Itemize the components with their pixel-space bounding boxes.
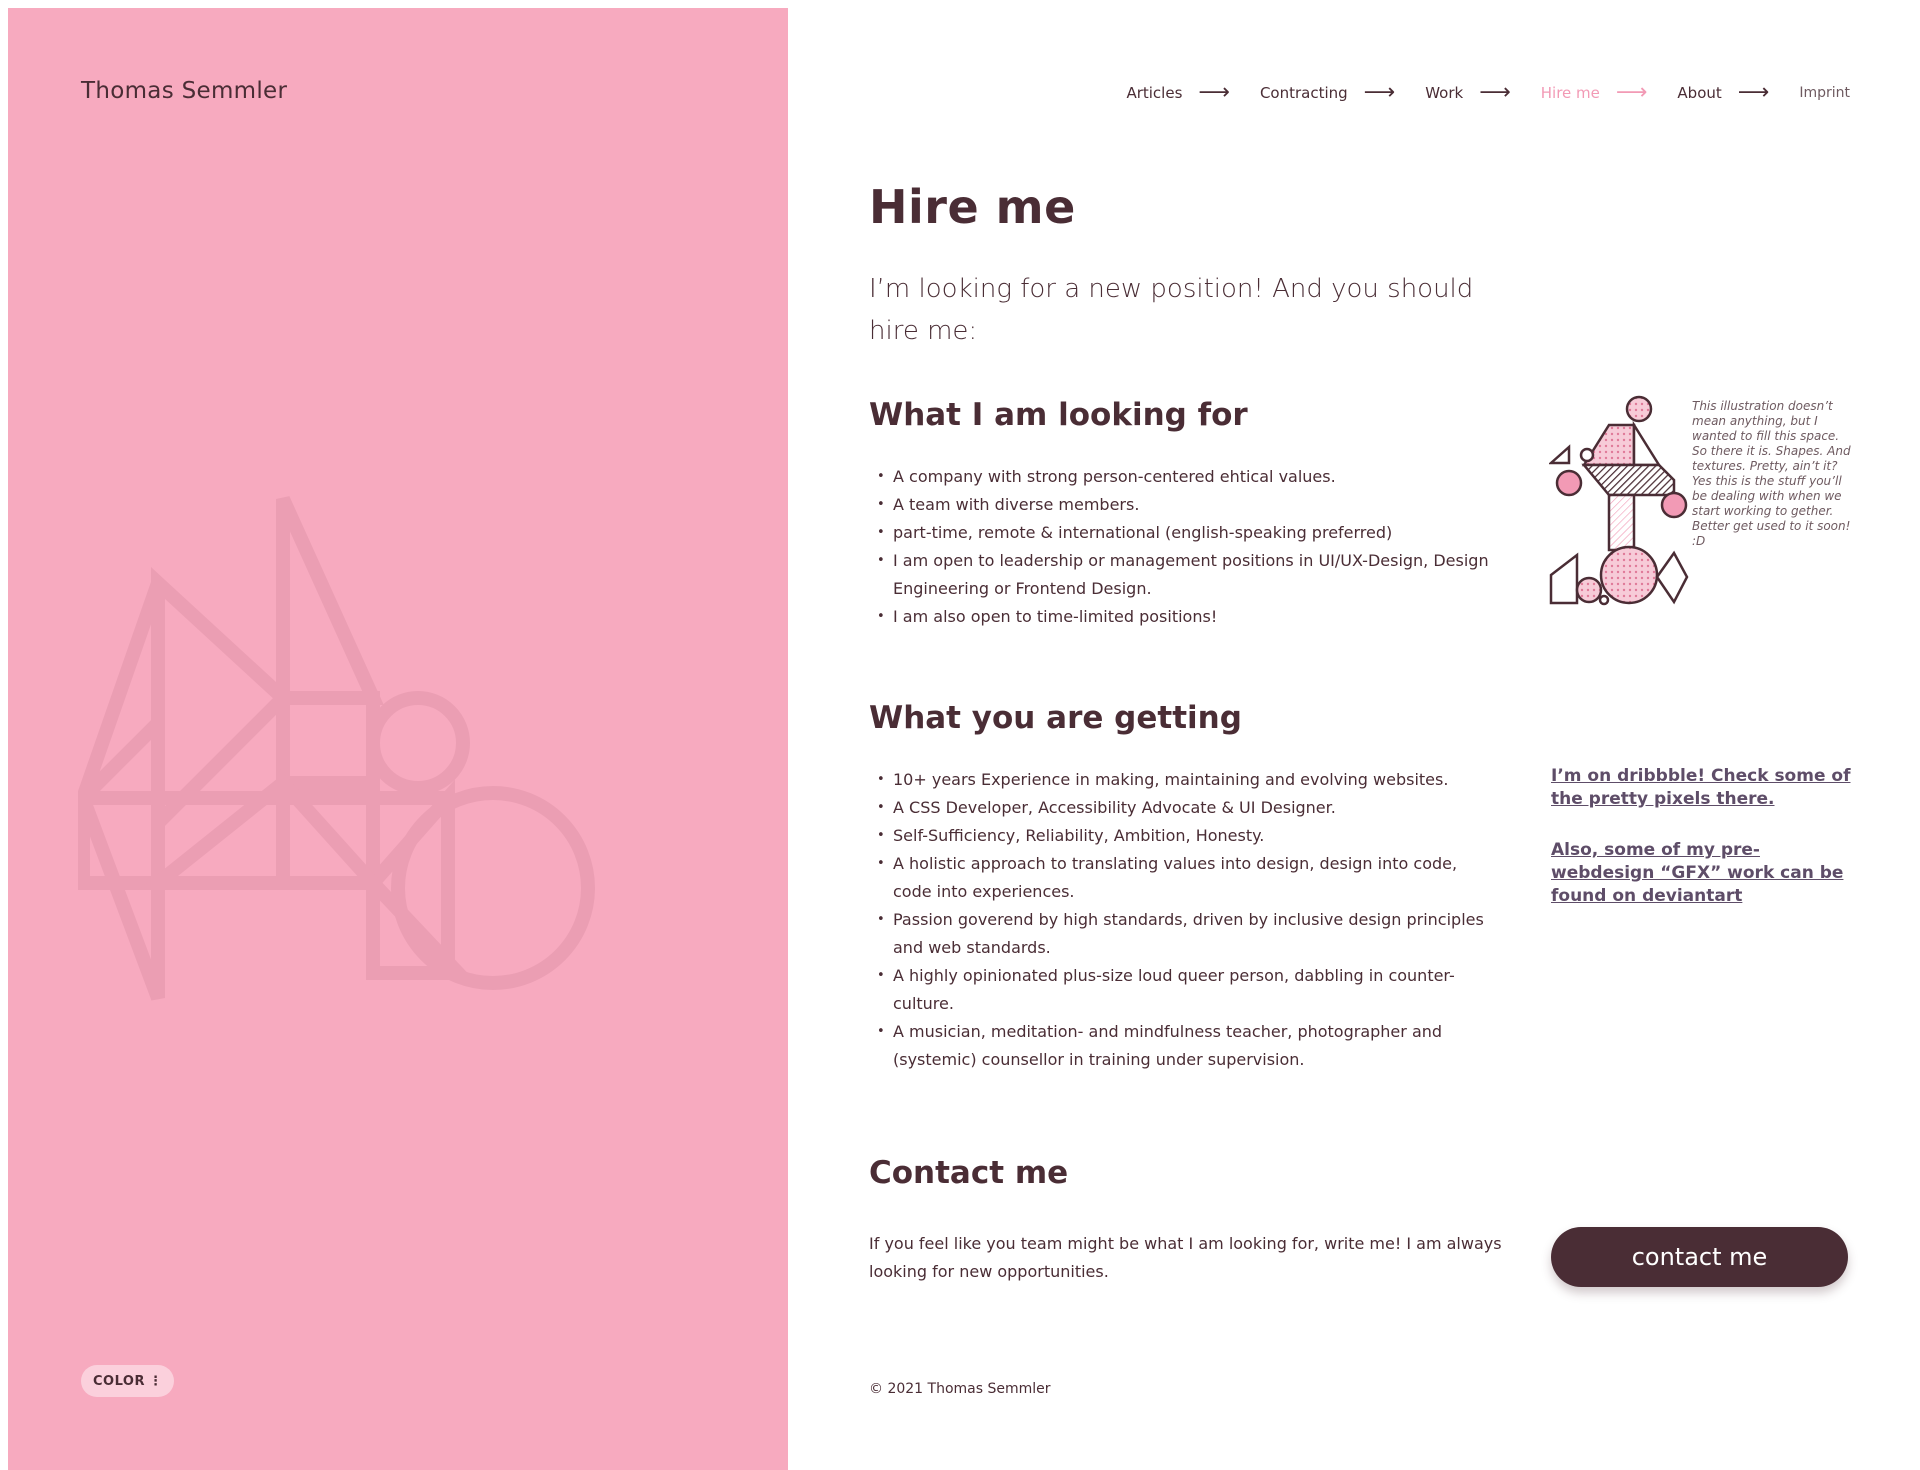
list-item: A team with diverse members. <box>869 491 1489 519</box>
section-title-looking-for: What I am looking for <box>869 397 1248 433</box>
arrow-right-icon: ⟶ <box>1198 80 1230 105</box>
list-item: A CSS Developer, Accessibility Advocate … <box>869 794 1489 822</box>
arrow-right-icon: ⟶ <box>1479 80 1511 105</box>
nav-item-articles[interactable]: Articles ⟶ <box>1126 82 1229 104</box>
page-intro: I’m looking for a new position! And you … <box>869 274 1474 346</box>
main-nav: Articles ⟶ Contracting ⟶ Work ⟶ Hire me … <box>1096 82 1850 104</box>
getting-list: 10+ years Experience in making, maintain… <box>869 766 1489 1074</box>
main-content: Hire me I’m looking for a new position! … <box>869 180 1851 1397</box>
section-title-contact: Contact me <box>869 1155 1069 1191</box>
nav-label: About <box>1677 84 1722 102</box>
list-item: I am open to leadership or management po… <box>869 547 1489 603</box>
list-item: A musician, meditation- and mindfulness … <box>869 1018 1489 1074</box>
arrow-right-icon: ⟶ <box>1737 80 1770 105</box>
left-color-panel: Thomas Semmler COLOR ⋮ <box>8 8 788 1470</box>
nav-item-contracting[interactable]: Contracting ⟶ <box>1260 82 1395 104</box>
arrow-right-icon: ⟶ <box>1363 80 1396 105</box>
color-toggle-button[interactable]: COLOR ⋮ <box>81 1365 175 1397</box>
dribbble-link[interactable]: I’m on dribbble! Check some of the prett… <box>1551 765 1851 811</box>
illustration-caption: This illustration doesn’t mean anything,… <box>1692 399 1851 548</box>
contact-text: If you feel like you team might be what … <box>869 1234 1502 1281</box>
list-item: Passion goverend by high standards, driv… <box>869 906 1489 962</box>
list-item: 10+ years Experience in making, maintain… <box>869 766 1489 794</box>
arrow-right-icon: ⟶ <box>1615 80 1648 105</box>
background-shapes-art <box>78 496 595 1001</box>
list-item: A highly opinionated plus-size loud quee… <box>869 962 1489 1018</box>
list-item: I am also open to time-limited positions… <box>869 603 1489 631</box>
external-links: I’m on dribbble! Check some of the prett… <box>1551 765 1851 936</box>
contact-me-button[interactable]: contact me <box>1551 1227 1848 1287</box>
list-item: Self-Sufficiency, Reliability, Ambition,… <box>869 822 1489 850</box>
nav-label: Articles <box>1126 84 1183 102</box>
nav-item-work[interactable]: Work ⟶ <box>1425 82 1511 104</box>
list-item: A company with strong person-centered eh… <box>869 463 1489 491</box>
deviantart-link[interactable]: Also, some of my pre-webdesign “GFX” wor… <box>1551 839 1851 908</box>
footer-copyright: © 2021 Thomas Semmler <box>869 1381 1051 1397</box>
decorative-shapes-illustration <box>1549 395 1689 606</box>
list-item: part-time, remote & international (engli… <box>869 519 1489 547</box>
nav-label: Contracting <box>1259 84 1348 102</box>
nav-item-hire-me[interactable]: Hire me ⟶ <box>1541 82 1648 104</box>
looking-for-list: A company with strong person-centered eh… <box>869 463 1489 631</box>
nav-item-imprint[interactable]: Imprint <box>1799 85 1850 101</box>
nav-label: Work <box>1425 84 1464 102</box>
brand-name[interactable]: Thomas Semmler <box>81 78 287 104</box>
page-title: Hire me <box>869 180 1076 234</box>
color-button-label: COLOR <box>93 1373 145 1389</box>
nav-item-about[interactable]: About ⟶ <box>1677 82 1769 104</box>
section-title-getting: What you are getting <box>869 700 1242 736</box>
list-item: A holistic approach to translating value… <box>869 850 1489 906</box>
nav-label: Hire me <box>1540 84 1600 102</box>
more-vertical-icon: ⋮ <box>148 1373 163 1389</box>
